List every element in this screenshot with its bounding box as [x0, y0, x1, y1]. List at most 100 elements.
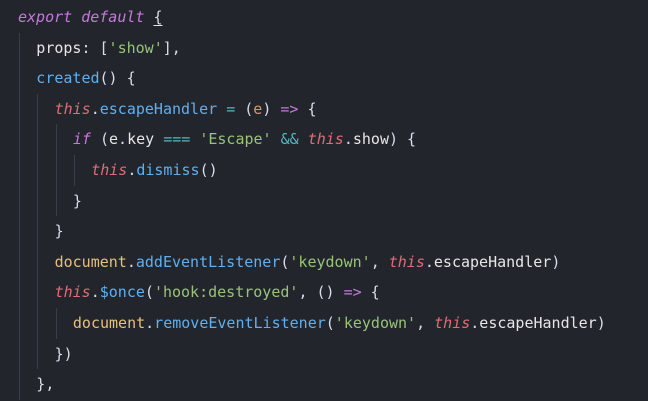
code-token: ===	[163, 130, 191, 149]
indent-guide	[55, 124, 57, 155]
code-token: this	[54, 283, 91, 302]
code-token: removeEventListener	[154, 313, 326, 332]
code-token: })	[54, 344, 73, 363]
code-token: export	[18, 8, 73, 26]
code-line-text: })	[55, 339, 73, 370]
code-token: (	[235, 99, 254, 118]
code-token: 'show'	[108, 38, 163, 57]
indent-guide	[55, 307, 57, 339]
code-line-text: }	[55, 216, 64, 247]
indent-guide	[37, 277, 39, 308]
indent-guide	[37, 93, 39, 125]
indent-guide	[19, 369, 20, 400]
code-token: , ()	[298, 283, 344, 302]
code-token: dismiss	[136, 160, 200, 179]
code-token: 'hook:destroyed'	[153, 283, 299, 302]
code-token: },	[36, 375, 55, 394]
code-token: 'keydown'	[334, 313, 417, 332]
indent-guide	[19, 32, 20, 64]
code-token: document	[54, 252, 127, 271]
code-token: )	[596, 313, 606, 332]
code-token: () {	[99, 69, 136, 88]
code-line-text: document.addEventListener('keydown', thi…	[55, 247, 561, 278]
code-token: escapeHandler	[99, 99, 218, 118]
code-token: this	[54, 99, 91, 118]
code-line-text: }	[73, 186, 82, 217]
code-token: created	[36, 69, 100, 88]
code-token: =>	[343, 283, 362, 302]
code-token: .	[145, 313, 155, 332]
code-token: this	[307, 130, 344, 149]
code-token: $once	[99, 283, 145, 302]
code-token: (	[144, 283, 154, 302]
code-token: escapeHandler	[433, 252, 552, 271]
code-line-text: this.$once('hook:destroyed', () => {	[55, 277, 380, 308]
code-token: ()	[199, 160, 218, 179]
code-token: {	[361, 283, 380, 302]
code-token: .	[126, 252, 136, 271]
code-token: (	[90, 130, 110, 149]
code-line-text: props: ['show'],	[36, 33, 181, 64]
indent-guide	[37, 338, 39, 370]
code-line-text: this.escapeHandler = (e) => {	[55, 94, 317, 125]
code-token: document	[72, 313, 146, 332]
code-token: e	[253, 99, 263, 118]
code-token: escapeHandler	[479, 313, 597, 332]
code-line-text: if (e.key === 'Escape' && this.show) {	[73, 124, 416, 155]
indent-guide	[37, 154, 39, 186]
code-token: ,	[370, 252, 389, 271]
code-editor[interactable]: export default {props: ['show'], created(…	[0, 0, 648, 401]
code-token: }	[72, 191, 82, 210]
indent-guide	[19, 216, 20, 247]
code-line-text: },	[36, 369, 54, 400]
indent-guide	[19, 93, 20, 125]
code-token: .	[343, 130, 353, 149]
code-token: .	[90, 283, 100, 302]
code-token: default	[81, 8, 145, 26]
indent-guide	[37, 246, 39, 278]
indent-guide	[37, 307, 39, 339]
code-token: 'Escape'	[199, 130, 272, 149]
indent-guide	[55, 185, 57, 217]
indent-guide	[19, 124, 20, 155]
indent-guide	[55, 154, 57, 186]
code-token: .	[90, 99, 100, 118]
indent-guide	[73, 154, 75, 186]
indent-guide	[19, 63, 20, 94]
code-token: }	[54, 222, 64, 241]
code-line-text: export default {	[18, 2, 163, 33]
code-token: if	[72, 130, 91, 149]
code-token: {	[153, 8, 163, 26]
code-token: {	[298, 99, 317, 118]
code-token: props	[36, 38, 82, 57]
code-token: ) {	[388, 130, 417, 149]
code-token: show	[352, 130, 389, 149]
code-token: =>	[280, 99, 299, 118]
code-token: : [	[81, 38, 109, 57]
indent-guide	[19, 154, 20, 186]
code-token: ,	[416, 313, 435, 332]
indent-guide	[37, 185, 39, 217]
indent-guide	[19, 277, 20, 308]
code-token: )	[262, 99, 281, 118]
code-token: e	[109, 130, 119, 149]
code-token: 'keydown'	[289, 252, 371, 271]
code-token: .	[127, 160, 137, 179]
indent-guide	[19, 338, 20, 370]
code-token: .	[424, 252, 434, 271]
code-line-text: created() {	[36, 63, 135, 94]
indent-guide	[37, 216, 39, 247]
code-token: this	[91, 160, 128, 179]
code-token: this	[434, 313, 471, 332]
indent-guide	[37, 124, 39, 155]
code-token: addEventListener	[135, 252, 281, 271]
indent-guide	[19, 185, 20, 217]
code-token: )	[551, 252, 561, 271]
code-token: ],	[162, 38, 181, 57]
